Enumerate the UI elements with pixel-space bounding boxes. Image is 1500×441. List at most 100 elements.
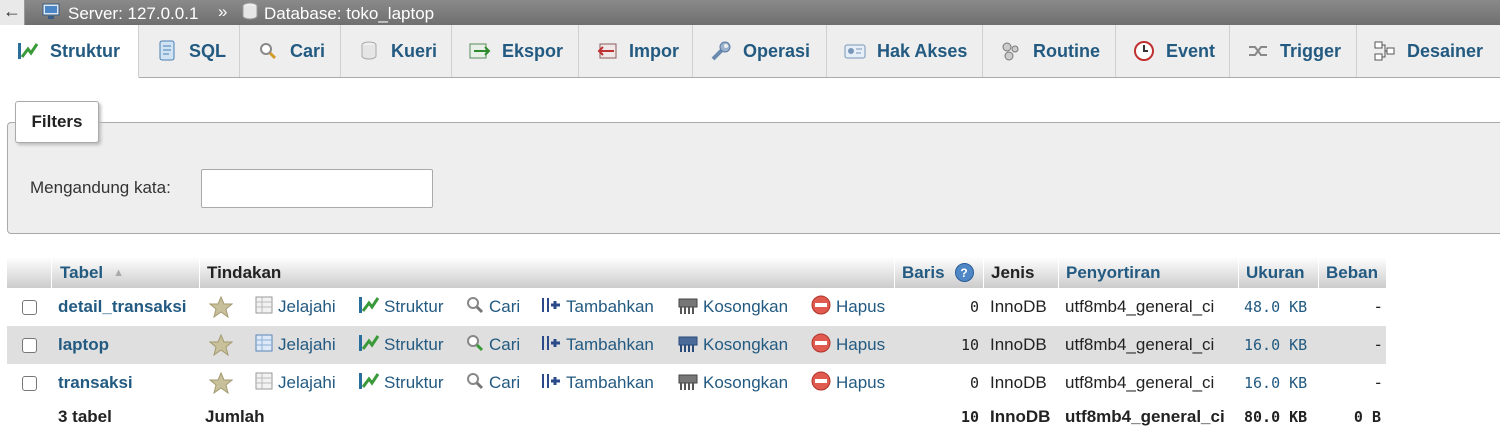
tab-hak-akses[interactable]: Hak Akses [827,25,983,77]
top-breadcrumb-bar: ← Server: 127.0.0.1 » Database: toko_lap… [0,0,1500,25]
tab-label: Impor [629,40,680,61]
engine: InnoDB [990,297,1047,316]
action-label: Struktur [384,297,444,316]
collation: utf8mb4_general_ci [1065,297,1215,316]
tab-kueri[interactable]: Kueri [341,25,452,77]
engine: InnoDB [990,335,1047,354]
table-name-link[interactable]: laptop [58,326,109,364]
search-icon [256,40,280,62]
back-arrow-button[interactable]: ← [0,0,25,25]
server-label: Server: 127.0.0.1 [68,3,199,23]
action-cari[interactable]: Cari [465,326,520,364]
tab-label: Trigger [1280,40,1342,61]
search-icon [465,371,485,396]
tab-label: Ekspor [502,40,564,61]
breadcrumb-server[interactable]: Server: 127.0.0.1 [42,2,198,25]
favorite-star-icon[interactable] [209,326,233,364]
tab-ekspor[interactable]: Ekspor [452,25,579,77]
action-tambahkan[interactable]: Tambahkan [540,288,654,326]
total-size: 80.0 KB [1244,408,1308,426]
insert-icon [540,371,562,396]
insert-icon [540,333,562,358]
action-label: Tambahkan [566,335,654,354]
wrench-icon [709,40,733,62]
browse-icon [254,333,274,358]
action-label: Struktur [384,335,444,354]
designer-icon [1373,40,1397,62]
header-baris[interactable]: Baris ? [894,257,983,288]
delete-icon [810,332,832,359]
delete-icon [810,294,832,321]
action-hapus[interactable]: Hapus [810,326,885,364]
insert-icon [540,295,562,320]
row-checkbox[interactable] [22,364,37,402]
tab-routine[interactable]: Routine [983,25,1116,77]
total-engine: InnoDB [990,407,1051,426]
action-jelajahi[interactable]: Jelajahi [254,326,336,364]
tab-operasi[interactable]: Operasi [693,25,827,77]
favorite-star-icon[interactable] [209,288,233,326]
action-hapus[interactable]: Hapus [810,288,885,326]
size-link[interactable]: 16.0 KB [1244,364,1307,402]
sql-icon [155,40,179,62]
action-jelajahi[interactable]: Jelajahi [254,364,336,402]
tab-label: Event [1166,40,1216,61]
total-collation: utf8mb4_general_ci [1065,407,1225,426]
action-struktur[interactable]: Struktur [358,364,444,402]
action-struktur[interactable]: Struktur [358,288,444,326]
breadcrumb-separator: » [218,2,228,21]
table-row: detail_transaksi Jelajahi Struktur Cari … [7,288,1386,326]
action-kosongkan[interactable]: Kosongkan [677,364,788,402]
collation: utf8mb4_general_ci [1065,335,1215,354]
table-name-link[interactable]: detail_transaksi [58,288,187,326]
action-cari[interactable]: Cari [465,364,520,402]
search-icon [465,333,485,358]
table-name-link[interactable]: transaksi [58,364,133,402]
tab-desainer[interactable]: Desainer [1357,25,1500,77]
action-jelajahi[interactable]: Jelajahi [254,288,336,326]
row-count: 10 [960,336,979,354]
filter-input[interactable] [201,169,433,208]
action-cari[interactable]: Cari [465,288,520,326]
overhead: - [1375,373,1381,392]
breadcrumb-database[interactable]: Database: toko_laptop [242,2,434,25]
header-penyortiran[interactable]: Penyortiran [1058,257,1238,288]
row-checkbox[interactable] [22,288,37,326]
structure-icon [16,40,40,62]
action-kosongkan[interactable]: Kosongkan [677,288,788,326]
table-count: 3 tabel [58,407,112,426]
row-count: 0 [969,298,979,316]
header-tabel[interactable]: Tabel ▲ [51,257,199,288]
action-hapus[interactable]: Hapus [810,364,885,402]
database-label: Database: toko_laptop [264,3,435,23]
structure-icon [358,371,380,396]
tab-cari[interactable]: Cari [240,25,341,77]
engine: InnoDB [990,373,1047,392]
routine-icon [999,40,1023,62]
header-ukuran[interactable]: Ukuran [1238,257,1318,288]
action-tambahkan[interactable]: Tambahkan [540,326,654,364]
table-header-row: Tabel ▲ Tindakan Baris ? Jenis Penyortir… [7,257,1386,288]
row-checkbox[interactable] [22,326,37,364]
tab-label: Desainer [1407,40,1484,61]
size-link[interactable]: 48.0 KB [1244,288,1307,326]
collation: utf8mb4_general_ci [1065,373,1215,392]
help-icon[interactable]: ? [954,263,974,282]
action-label: Cari [489,335,521,354]
size-link[interactable]: 16.0 KB [1244,326,1307,364]
tab-sql[interactable]: SQL [139,25,240,77]
action-tambahkan[interactable]: Tambahkan [540,364,654,402]
action-kosongkan[interactable]: Kosongkan [677,326,788,364]
tab-impor[interactable]: Impor [579,25,693,77]
header-beban[interactable]: Beban [1318,257,1386,288]
table-row: transaksi Jelajahi Struktur Cari Tambahk… [7,364,1386,402]
tab-event[interactable]: Event [1116,25,1230,77]
tab-struktur[interactable]: Struktur [0,25,139,78]
overhead: - [1375,297,1381,316]
header-tindakan: Tindakan [199,257,894,288]
action-label: Tambahkan [566,297,654,316]
tab-label: Hak Akses [877,40,968,61]
action-struktur[interactable]: Struktur [358,326,444,364]
tab-trigger[interactable]: Trigger [1230,25,1357,77]
favorite-star-icon[interactable] [209,364,233,402]
